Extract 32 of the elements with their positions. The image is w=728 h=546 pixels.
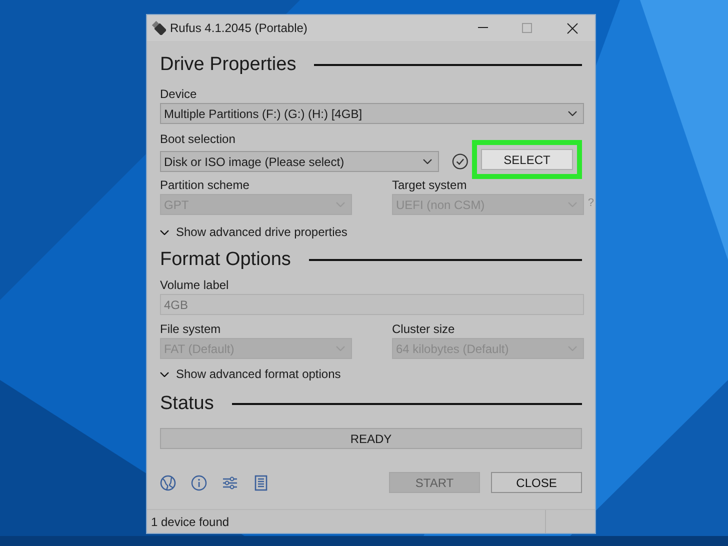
chevron-down-icon (422, 159, 432, 164)
field-label: Volume label (160, 278, 230, 293)
maximize-icon (522, 23, 532, 33)
field-label: Target system (392, 178, 468, 193)
log-icon[interactable] (253, 474, 269, 490)
chevron-down-icon (568, 111, 577, 116)
close-icon (566, 22, 578, 34)
dropdown[interactable]: Disk or ISO image (Please select) (160, 151, 439, 172)
advanced-options-toggle[interactable]: Show advanced drive properties (160, 224, 348, 240)
chevron-down-icon (160, 230, 169, 234)
section-heading: Drive Properties (160, 53, 296, 77)
globe-icon[interactable] (160, 474, 176, 490)
status-bar-text: 1 device found (150, 514, 230, 530)
field-label: Cluster size (392, 322, 456, 337)
field-label: Partition scheme (160, 178, 250, 193)
field-label: Boot selection (160, 132, 236, 147)
usb-drive-icon (152, 21, 166, 35)
minimize-icon (478, 27, 488, 29)
settings-icon[interactable] (222, 474, 238, 490)
dropdown[interactable]: Multiple Partitions (F:) (G:) (H:) [4GB] (160, 103, 584, 124)
advanced-options-toggle[interactable]: Show advanced format options (160, 366, 341, 382)
select-button[interactable]: SELECT (481, 149, 573, 170)
action-button[interactable]: CLOSE (491, 472, 582, 493)
section-heading: Status (160, 392, 214, 416)
section-heading: Format Options (160, 248, 291, 272)
field-label: Device (160, 87, 198, 102)
check-circle-icon (452, 153, 468, 170)
status-text: READY (350, 430, 392, 448)
field-label: File system (160, 322, 222, 337)
info-icon[interactable] (191, 474, 207, 490)
window-title: Rufus 4.1.2045 (Portable) (170, 20, 308, 37)
chevron-down-icon (160, 372, 169, 376)
